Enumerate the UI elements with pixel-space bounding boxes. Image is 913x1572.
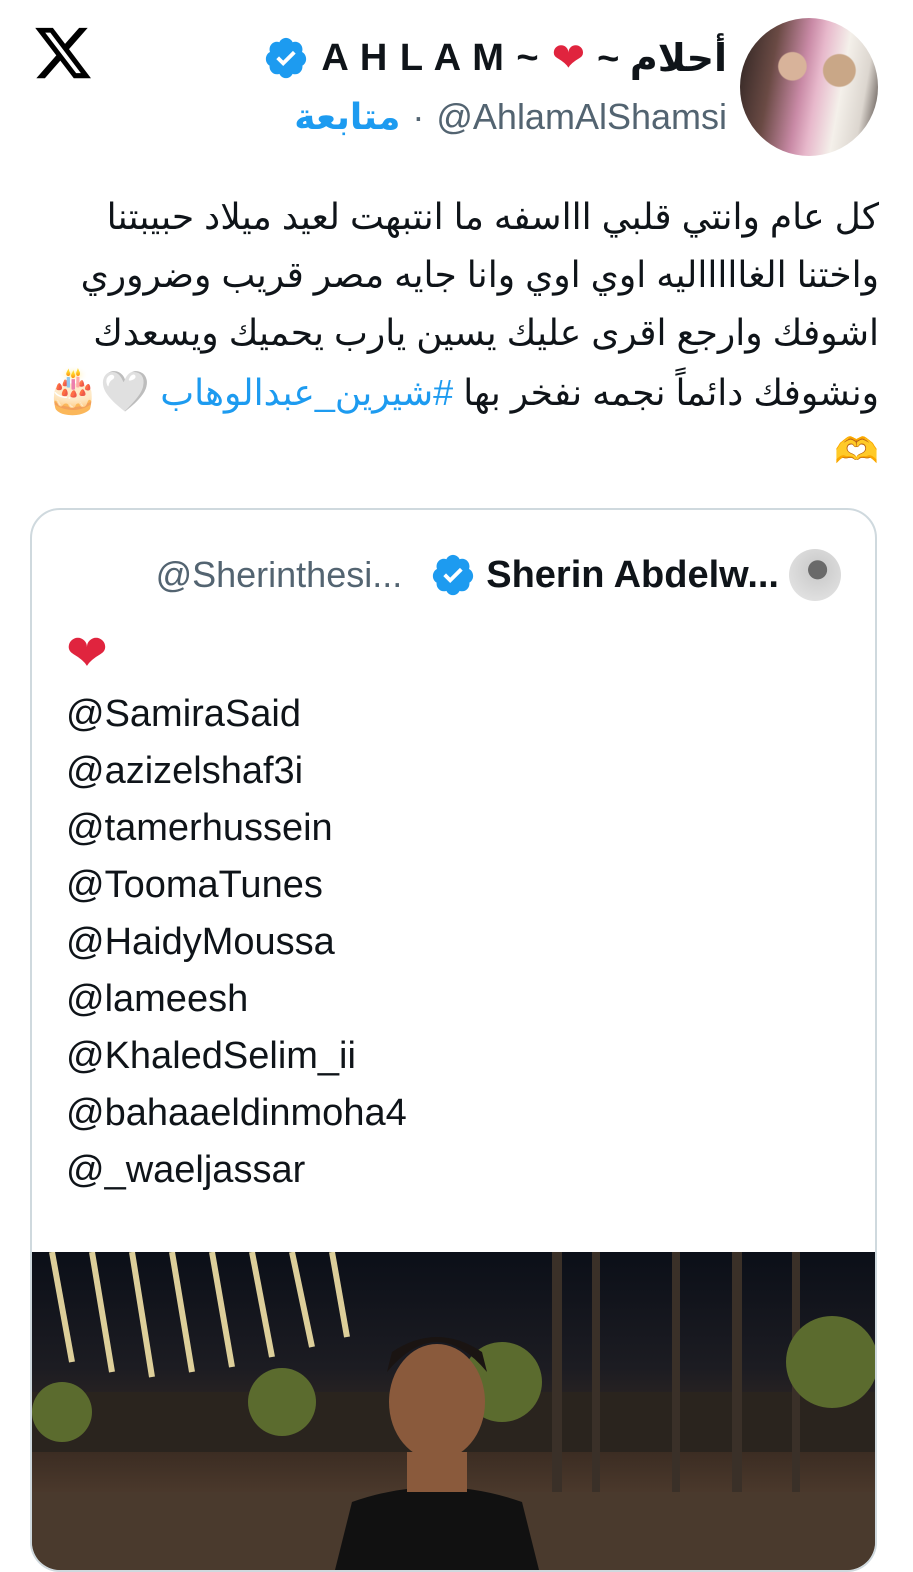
mention-link[interactable]: @SamiraSaid: [66, 686, 407, 743]
mention-link[interactable]: @bahaaeldinmoha4: [66, 1085, 407, 1142]
mention-link[interactable]: @ToomaTunes: [66, 857, 407, 914]
quoted-author-handle: @Sherinthesi...: [155, 554, 403, 595]
verified-badge-icon: [266, 37, 307, 79]
quoted-tweet-header: Sherin Abdelw... @Sherinthesi...: [66, 548, 841, 602]
cake-emoji: 🎂: [45, 366, 101, 415]
mention-link[interactable]: @KhaledSelim_ii: [66, 1028, 407, 1085]
photo-scene: [32, 1252, 875, 1570]
white-heart-emoji: 🤍: [100, 370, 151, 414]
author-avatar[interactable]: [740, 18, 878, 156]
author-display-name: A H L A M ~: [321, 36, 540, 79]
hashtag-link[interactable]: #شيرين_عبدالوهاب: [160, 372, 453, 413]
mention-link[interactable]: @HaidyMoussa: [66, 914, 407, 971]
heart-hands-emoji: 🫶: [834, 430, 879, 471]
x-logo-icon[interactable]: [30, 22, 96, 84]
author-name-row[interactable]: ~ أحلام ❤ A H L A M ~: [263, 30, 727, 86]
heart-emoji: ❤: [551, 36, 586, 80]
quoted-author-avatar[interactable]: [789, 549, 841, 601]
follow-button[interactable]: متابعة: [294, 96, 400, 138]
heart-emoji: ❤: [66, 625, 108, 681]
quoted-author-name: Sherin Abdelw...: [486, 553, 779, 596]
verified-badge-icon: [433, 554, 474, 596]
mention-link[interactable]: @_waeljassar: [66, 1142, 407, 1199]
author-handle-row: @AhlamAlShamsi · متابعة: [294, 94, 727, 140]
quoted-tweet-body: ❤ @SamiraSaid @azizelshaf3i @tamerhussei…: [66, 620, 407, 1199]
separator-dot: ·: [412, 96, 425, 137]
author-name-arabic: ~ أحلام: [597, 37, 727, 80]
mention-link[interactable]: @azizelshaf3i: [66, 743, 407, 800]
tweet-text: كل عام وانتي قلبي اااسفه ما انتبهت لعيد …: [34, 188, 879, 480]
quoted-tweet-photo[interactable]: [32, 1252, 875, 1570]
mention-link[interactable]: @lameesh: [66, 971, 407, 1028]
mention-link[interactable]: @tamerhussein: [66, 800, 407, 857]
quoted-tweet-card[interactable]: Sherin Abdelw... @Sherinthesi... ❤ @Sami…: [30, 508, 877, 1572]
author-handle[interactable]: @AhlamAlShamsi: [436, 96, 727, 138]
